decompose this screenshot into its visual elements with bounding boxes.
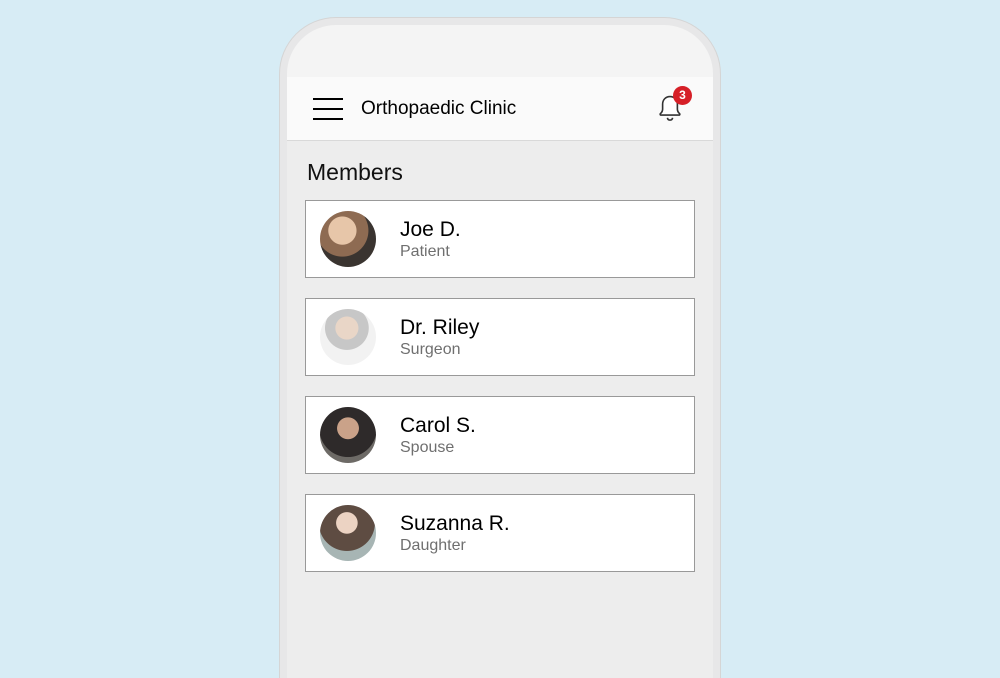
member-name: Suzanna R.	[400, 512, 510, 536]
notifications-button[interactable]: 3	[653, 92, 687, 126]
avatar	[320, 407, 376, 463]
menu-icon[interactable]	[313, 98, 343, 120]
member-name: Dr. Riley	[400, 316, 479, 340]
notification-badge: 3	[673, 86, 692, 105]
member-info: Joe D. Patient	[400, 218, 461, 261]
avatar	[320, 211, 376, 267]
member-role: Spouse	[400, 439, 476, 457]
members-section: Members Joe D. Patient Dr. Riley Surgeon…	[287, 141, 713, 678]
member-info: Carol S. Spouse	[400, 414, 476, 457]
page-title: Orthopaedic Clinic	[361, 98, 653, 120]
section-title: Members	[307, 159, 693, 186]
avatar	[320, 505, 376, 561]
member-card[interactable]: Suzanna R. Daughter	[305, 494, 695, 572]
member-name: Carol S.	[400, 414, 476, 438]
member-name: Joe D.	[400, 218, 461, 242]
member-card[interactable]: Joe D. Patient	[305, 200, 695, 278]
app-header: Orthopaedic Clinic 3	[287, 77, 713, 141]
member-info: Suzanna R. Daughter	[400, 512, 510, 555]
member-role: Surgeon	[400, 341, 479, 359]
phone-frame: Orthopaedic Clinic 3 Members Joe D. Pati…	[280, 18, 720, 678]
member-info: Dr. Riley Surgeon	[400, 316, 479, 359]
member-role: Patient	[400, 243, 461, 261]
member-card[interactable]: Carol S. Spouse	[305, 396, 695, 474]
member-card[interactable]: Dr. Riley Surgeon	[305, 298, 695, 376]
member-role: Daughter	[400, 537, 510, 555]
avatar	[320, 309, 376, 365]
